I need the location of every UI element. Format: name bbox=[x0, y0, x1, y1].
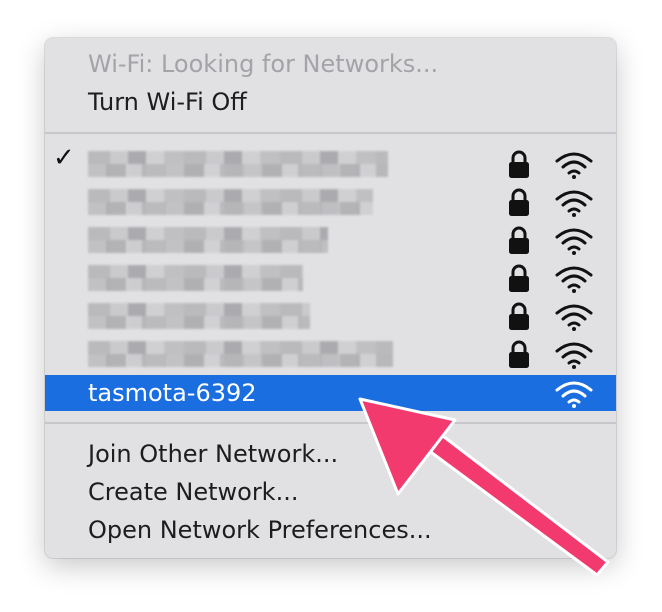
join-other-network-item[interactable]: Join Other Network... bbox=[45, 436, 616, 472]
wifi-icon bbox=[555, 304, 593, 331]
create-network-item[interactable]: Create Network... bbox=[45, 474, 616, 510]
wifi-icon bbox=[555, 190, 593, 217]
network-item[interactable]: ✓ bbox=[45, 143, 616, 183]
network-item[interactable] bbox=[45, 335, 616, 373]
redacted-network-name bbox=[88, 303, 310, 329]
lock-icon bbox=[509, 264, 529, 292]
selected-network-label: tasmota-6392 bbox=[88, 379, 257, 407]
network-item[interactable] bbox=[45, 221, 616, 259]
network-item[interactable] bbox=[45, 183, 616, 221]
checkmark-icon: ✓ bbox=[53, 143, 75, 173]
open-network-preferences-label: Open Network Preferences... bbox=[88, 516, 432, 544]
redacted-network-name bbox=[88, 189, 373, 215]
lock-icon bbox=[509, 226, 529, 254]
wifi-status: Wi-Fi: Looking for Networks... bbox=[45, 46, 616, 82]
wifi-icon bbox=[555, 152, 593, 179]
network-item[interactable] bbox=[45, 297, 616, 335]
redacted-network-name bbox=[88, 151, 388, 177]
wifi-icon bbox=[555, 381, 593, 408]
network-item[interactable] bbox=[45, 259, 616, 297]
wifi-icon bbox=[555, 342, 593, 369]
wifi-icon bbox=[555, 228, 593, 255]
turn-wifi-off-item[interactable]: Turn Wi-Fi Off bbox=[45, 84, 616, 120]
redacted-network-name bbox=[88, 227, 328, 253]
separator bbox=[45, 422, 616, 424]
lock-icon bbox=[509, 302, 529, 330]
join-other-network-label: Join Other Network... bbox=[88, 440, 339, 468]
turn-wifi-off-label: Turn Wi-Fi Off bbox=[88, 88, 247, 116]
create-network-label: Create Network... bbox=[88, 478, 299, 506]
lock-icon bbox=[509, 340, 529, 368]
redacted-network-name bbox=[88, 341, 393, 367]
lock-icon bbox=[509, 188, 529, 216]
wifi-menu: Wi-Fi: Looking for Networks... Turn Wi-F… bbox=[45, 38, 616, 558]
network-item-selected[interactable]: tasmota-6392 bbox=[45, 375, 616, 411]
separator bbox=[45, 132, 616, 134]
redacted-network-name bbox=[88, 265, 303, 291]
open-network-preferences-item[interactable]: Open Network Preferences... bbox=[45, 512, 616, 548]
wifi-status-label: Wi-Fi: Looking for Networks... bbox=[88, 50, 439, 78]
wifi-icon bbox=[555, 266, 593, 293]
lock-icon bbox=[509, 150, 529, 178]
